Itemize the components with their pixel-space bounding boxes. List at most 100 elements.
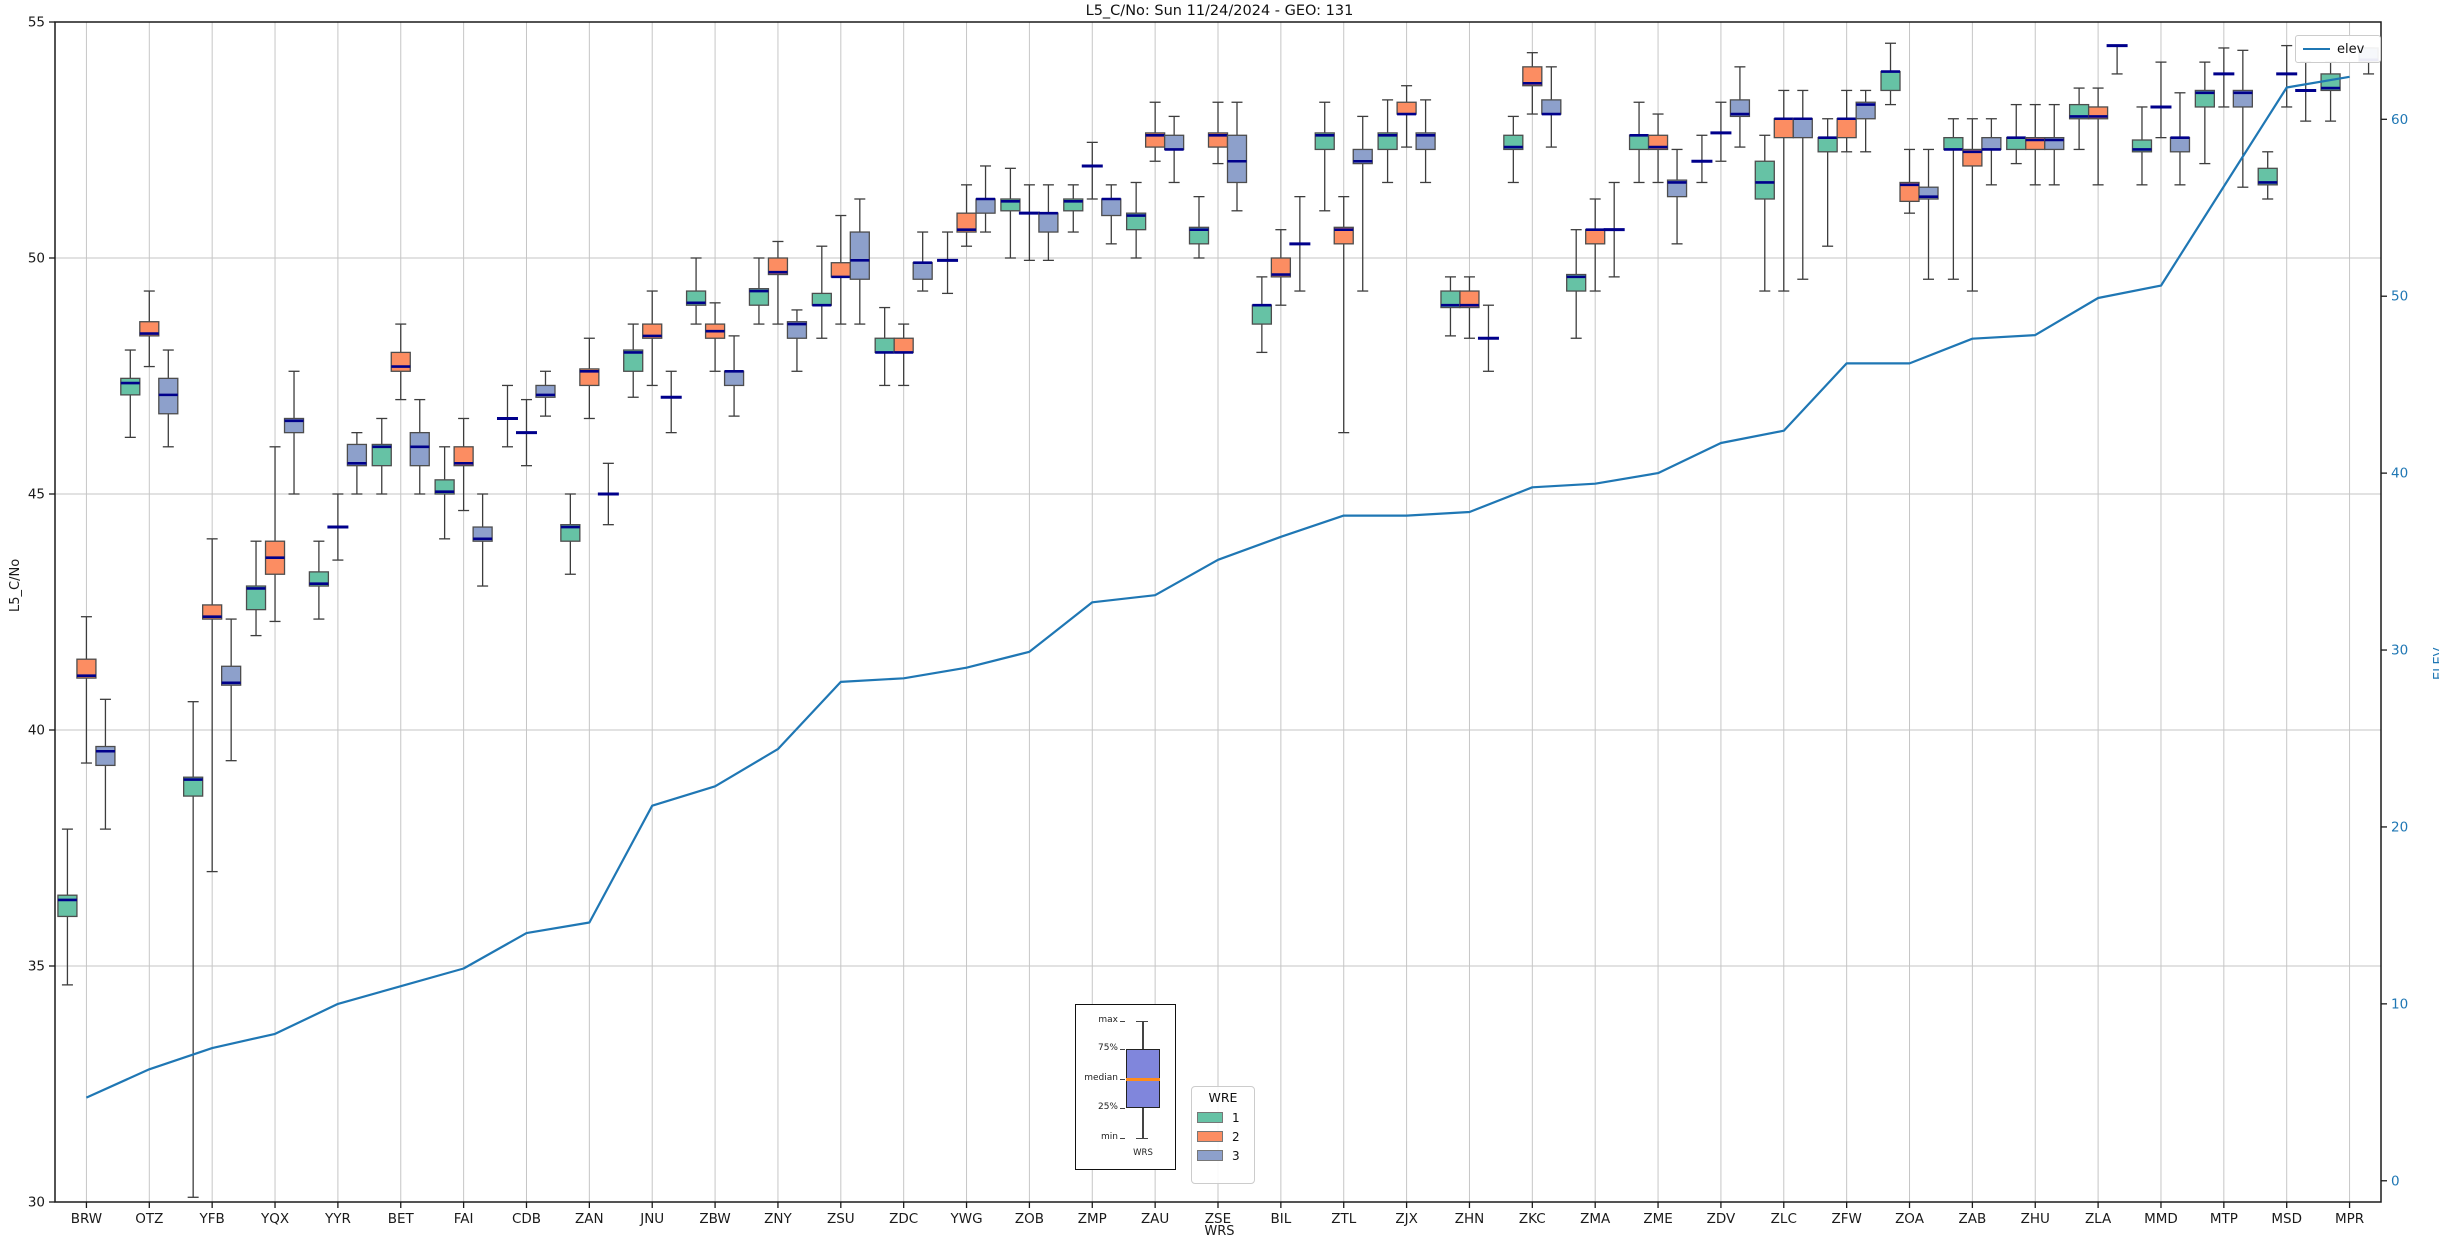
box-wre3-FAI (473, 494, 492, 586)
box-wre1-FAI (435, 447, 454, 539)
box-wre2-YFB (203, 539, 222, 872)
box-wre3-ZME (1668, 149, 1687, 243)
chart-title: L5_C/No: Sun 11/24/2024 - GEO: 131 (0, 3, 2439, 19)
box-wre1-MTP (2195, 62, 2214, 163)
box-wre2-ZNY (768, 241, 787, 324)
box-wre3-ZBW (725, 336, 744, 416)
y-right-tick-label: 40 (2391, 466, 2408, 482)
box-wre3-JNU (661, 371, 682, 432)
box-wre3-ZAU (1165, 116, 1184, 182)
inset-min-label: min (1078, 1132, 1118, 1142)
y-left-tick-label: 40 (28, 723, 45, 739)
box-wre1-ZHU (2007, 105, 2026, 164)
box-wre3-ZHN (1478, 305, 1499, 371)
box-wre1-BIL (1252, 277, 1271, 353)
box-wre3-YYR (347, 433, 366, 494)
box-wre3-ZDC (913, 232, 932, 291)
wre3-swatch-icon (1197, 1150, 1223, 1161)
y-right-tick-label: 10 (2391, 996, 2408, 1012)
inset-75-label: 75% (1078, 1043, 1118, 1053)
chart-page: 3035404550550102030405060BRWOTZYFBYQXYYR… (0, 0, 2439, 1238)
box-wre1-YFB (184, 702, 203, 1198)
box-wre3-BIL (1289, 197, 1310, 291)
inset-max-cap (1136, 1021, 1148, 1023)
box-wre3-ZDV (1730, 67, 1749, 147)
box-wre3-ZOB (1039, 185, 1058, 261)
y-left-tick-label: 45 (28, 487, 45, 503)
y-axis-label-right: ELEV (2432, 647, 2439, 680)
elev-legend-label: elev (2337, 42, 2364, 57)
box-wre1-ZOA (1881, 43, 1900, 104)
box-wre3-ZTL (1353, 116, 1372, 291)
box-wre2-MMD (2150, 62, 2171, 138)
wre-legend-item-label: 1 (1232, 1111, 1240, 1125)
box-wre1-CDB (497, 385, 518, 446)
wre-legend-item-3: 3 (1192, 1146, 1254, 1165)
box-wre1-ZAB (1944, 119, 1963, 279)
box-wre1-ZFW (1818, 119, 1837, 246)
inset-min-cap (1136, 1138, 1148, 1140)
box-wre2-ZAU (1146, 102, 1165, 161)
boxplot-chart: 3035404550550102030405060BRWOTZYFBYQXYYR… (0, 0, 2439, 1238)
box-wre1-ZJX (1378, 100, 1397, 183)
inset-max-label: max (1078, 1015, 1118, 1025)
box-wre1-ZAU (1127, 182, 1146, 258)
box-wre1-BET (372, 418, 391, 494)
box-wre1-YYR (309, 541, 328, 619)
box-wre2-YWG (957, 185, 976, 246)
box-wre1-ZMA (1567, 230, 1586, 339)
inset-tick (1120, 1049, 1125, 1050)
wre-legend-item-label: 2 (1232, 1130, 1240, 1144)
elev-legend: elev (2295, 35, 2381, 63)
box-wre1-ZBW (687, 258, 706, 324)
box-wre1-ZME (1630, 102, 1649, 182)
wre-legend-title: WRE (1192, 1090, 1254, 1105)
wre-legend-item-2: 2 (1192, 1127, 1254, 1146)
box-wre3-ZFW (1856, 90, 1875, 151)
box-wre3-ZAB (1982, 119, 2001, 185)
box-wre2-ZAN (580, 338, 599, 418)
box-wre2-BRW (77, 617, 96, 763)
wre2-swatch-icon (1197, 1131, 1223, 1142)
box-wre3-ZLA (2107, 46, 2128, 74)
box-wre3-ZAN (598, 463, 619, 524)
box-wre1-MPR (2321, 62, 2340, 121)
inset-median-label: median (1078, 1073, 1118, 1083)
box-wre1-ZLC (1755, 135, 1774, 291)
box-wre3-OTZ (159, 350, 178, 447)
box-wre1-ZNY (749, 258, 768, 324)
inset-tick (1120, 1021, 1125, 1022)
box-wre1-ZSU (812, 246, 831, 338)
box-wre1-YWG (937, 232, 958, 293)
box-wre3-ZHU (2045, 105, 2064, 185)
wre-legend-item-1: 1 (1192, 1108, 1254, 1127)
box-wre3-CDB (536, 371, 555, 416)
box-wre3-ZOA (1919, 149, 1938, 279)
box-wre3-ZJX (1416, 100, 1435, 183)
box-wre1-ZMP (1064, 185, 1083, 232)
inset-median-line (1126, 1078, 1160, 1081)
box-wre3-ZSE (1228, 102, 1247, 211)
box-wre2-ZAB (1963, 119, 1982, 291)
y-left-tick-label: 50 (28, 251, 45, 267)
box-wre1-ZDV (1691, 135, 1712, 182)
box-wre2-ZBW (706, 303, 725, 371)
box-wre2-ZDC (894, 324, 913, 385)
box-wre1-BRW (58, 829, 77, 985)
box-wre3-BET (410, 400, 429, 494)
box-wre1-ZSE (1190, 197, 1209, 258)
box-wre2-ZHN (1460, 277, 1479, 338)
box-wre2-YYR (327, 494, 348, 560)
box-wre2-MTP (2213, 48, 2234, 107)
box-wre2-BIL (1271, 230, 1290, 306)
inset-25-label: 25% (1078, 1102, 1118, 1112)
box-wre2-ZOA (1900, 149, 1919, 213)
box-wre3-ZNY (787, 310, 806, 371)
box-wre1-ZLA (2070, 88, 2089, 149)
y-right-tick-label: 0 (2391, 1173, 2400, 1189)
box-wre1-MMD (2132, 107, 2151, 185)
box-wre2-BET (391, 324, 410, 400)
box-wre1-OTZ (121, 350, 140, 437)
box-wre1-JNU (624, 324, 643, 397)
wre1-swatch-icon (1197, 1112, 1223, 1123)
